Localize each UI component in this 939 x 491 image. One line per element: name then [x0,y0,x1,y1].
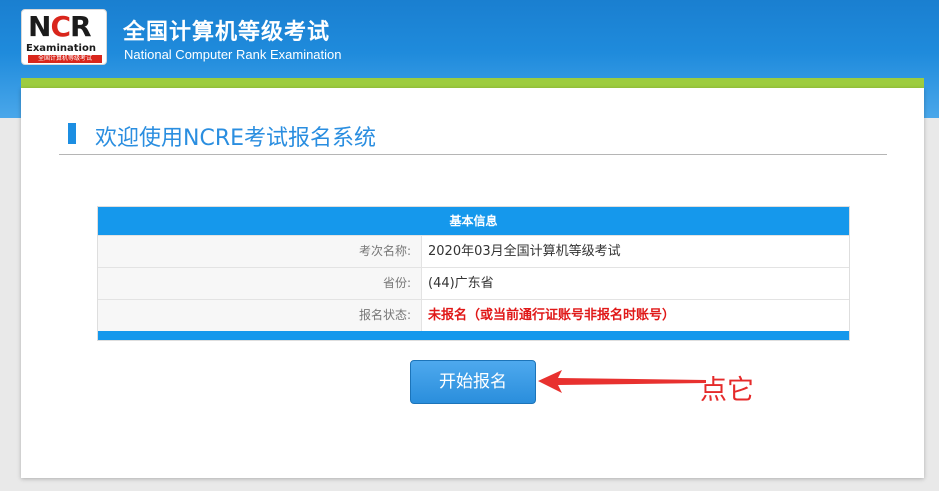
table-footer [98,331,849,340]
table-row-province: 省份: (44)广东省 [98,267,849,299]
logo-word: Examination [26,43,96,54]
site-title-english: National Computer Rank Examination [124,47,342,62]
table-row-exam-name: 考次名称: 2020年03月全国计算机等级考试 [98,235,849,267]
arrow-pointer-icon [538,370,706,393]
accent-bar [21,78,924,88]
row-value: (44)广东省 [422,268,849,299]
annotation-text: 点它 [700,375,754,406]
site-title-chinese: 全国计算机等级考试 [123,20,331,45]
page-title: 欢迎使用NCRE考试报名系统 [95,126,377,151]
row-label: 省份: [98,268,422,299]
status-value: 未报名（或当前通行证账号非报名时账号） [422,300,849,331]
row-label: 考次名称: [98,236,422,267]
logo-letters: NCR [28,10,92,43]
start-registration-button[interactable]: 开始报名 [410,360,536,404]
basic-info-table: 基本信息 考次名称: 2020年03月全国计算机等级考试 省份: (44)广东省… [97,206,850,341]
row-label: 报名状态: [98,300,422,331]
row-value: 2020年03月全国计算机等级考试 [422,236,849,267]
title-marker [68,123,76,144]
table-header: 基本信息 [98,207,849,235]
table-row-status: 报名状态: 未报名（或当前通行证账号非报名时账号） [98,299,849,331]
main-card: 欢迎使用NCRE考试报名系统 基本信息 考次名称: 2020年03月全国计算机等… [21,88,924,478]
logo-subtitle: 全国计算机等级考试 [28,55,102,63]
ncre-logo[interactable]: NCR Examination 全国计算机等级考试 [21,9,107,65]
title-divider [59,154,887,155]
